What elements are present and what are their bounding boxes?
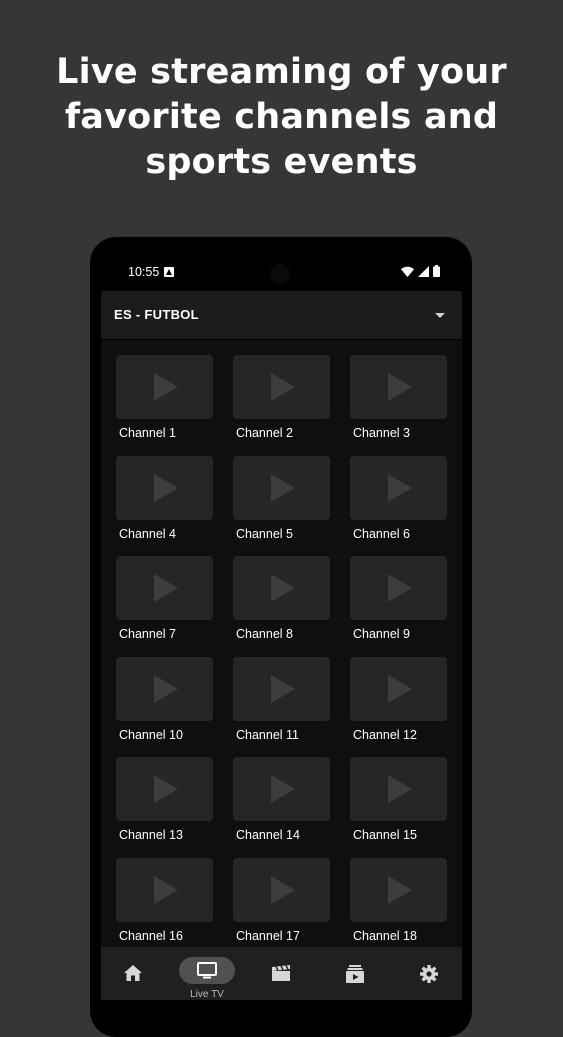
play-icon [271, 674, 295, 703]
channel-tile[interactable]: Channel 13 [116, 757, 214, 847]
channel-thumbnail[interactable] [116, 757, 213, 822]
channel-thumbnail[interactable] [350, 858, 447, 922]
channel-thumbnail[interactable] [116, 858, 213, 922]
channel-label: Channel 4 [119, 526, 176, 541]
channel-tile[interactable]: Channel 15 [350, 757, 448, 847]
channel-tile[interactable]: Channel 9 [350, 556, 448, 646]
channel-label: Channel 18 [353, 929, 417, 943]
play-icon [271, 473, 295, 502]
play-icon [388, 373, 412, 401]
channel-thumbnail[interactable] [350, 455, 447, 520]
channel-label: Channel 14 [236, 828, 300, 843]
play-icon [271, 775, 295, 804]
nav-home[interactable] [105, 947, 161, 1000]
channel-tile[interactable]: Channel 17 [233, 858, 331, 947]
channel-tile[interactable]: Channel 16 [116, 858, 214, 947]
nav-live-tv-label: Live TV [190, 989, 224, 1000]
tv-icon [197, 962, 217, 979]
channel-tile[interactable]: Channel 14 [233, 757, 331, 847]
bottom-navigation: Live TV [101, 947, 462, 1000]
channel-label: Channel 6 [353, 526, 410, 541]
channel-thumbnail[interactable] [350, 556, 447, 621]
promo-headline: Live streaming of your favorite channels… [0, 50, 563, 185]
signal-icon [418, 265, 429, 277]
category-dropdown[interactable]: ES - FUTBOL [101, 291, 462, 339]
channel-tile[interactable]: Channel 3 [350, 355, 448, 445]
play-icon [271, 574, 295, 603]
channel-label: Channel 9 [353, 627, 410, 642]
channel-label: Channel 3 [353, 426, 410, 440]
channel-tile[interactable]: Channel 1 [116, 355, 214, 445]
series-stack-icon [346, 965, 364, 983]
play-icon [388, 876, 412, 904]
channel-thumbnail[interactable] [116, 556, 213, 621]
settings-gear-icon [420, 965, 438, 983]
channel-tile[interactable]: Channel 12 [350, 656, 448, 747]
dropdown-arrow-icon [435, 313, 445, 318]
channel-label: Channel 10 [119, 727, 183, 742]
channel-thumbnail[interactable] [233, 656, 330, 721]
play-icon [154, 876, 178, 904]
channel-label: Channel 16 [119, 929, 183, 943]
channel-label: Channel 17 [236, 929, 300, 943]
headline-line-3: sports events [145, 142, 418, 182]
channel-tile[interactable]: Channel 2 [233, 355, 331, 445]
channel-tile[interactable]: Channel 5 [233, 455, 331, 546]
nav-settings[interactable] [401, 947, 457, 1000]
channel-label: Channel 7 [119, 627, 176, 642]
channel-thumbnail[interactable] [233, 455, 330, 520]
play-icon [154, 674, 178, 703]
status-bar: 10:55 [128, 263, 440, 281]
channel-label: Channel 13 [119, 828, 183, 843]
channel-label: Channel 1 [119, 426, 176, 440]
channel-tile[interactable]: Channel 8 [233, 556, 331, 646]
play-icon [154, 373, 178, 401]
channel-thumbnail[interactable] [116, 656, 213, 721]
play-icon [271, 373, 295, 401]
status-time: 10:55 [128, 265, 160, 279]
notification-a-icon [164, 267, 174, 277]
channel-label: Channel 12 [353, 727, 417, 742]
channel-thumbnail[interactable] [233, 355, 330, 419]
channel-label: Channel 11 [236, 727, 300, 742]
play-icon [271, 876, 295, 904]
channel-tile[interactable]: Channel 4 [116, 455, 214, 546]
channel-thumbnail[interactable] [350, 757, 447, 822]
channel-tile[interactable]: Channel 18 [350, 858, 448, 947]
channel-thumbnail[interactable] [116, 355, 213, 419]
category-selected-value: ES - FUTBOL [114, 307, 199, 322]
channel-thumbnail[interactable] [116, 455, 213, 520]
channel-label: Channel 8 [236, 627, 293, 642]
nav-movies[interactable] [253, 947, 309, 1000]
channel-label: Channel 2 [236, 426, 293, 440]
channel-thumbnail[interactable] [233, 858, 330, 922]
play-icon [388, 574, 412, 603]
channel-thumbnail[interactable] [233, 556, 330, 621]
headline-line-2: favorite channels and [64, 97, 499, 137]
home-icon [124, 965, 142, 981]
play-icon [154, 775, 178, 804]
channel-label: Channel 5 [236, 526, 293, 541]
channel-thumbnail[interactable] [350, 656, 447, 721]
wifi-icon [401, 266, 414, 277]
channel-tile[interactable]: Channel 6 [350, 455, 448, 546]
movie-clapper-icon [272, 965, 290, 981]
channel-thumbnail[interactable] [350, 355, 447, 419]
play-icon [154, 473, 178, 502]
battery-icon [433, 265, 440, 277]
nav-series[interactable] [327, 947, 383, 1000]
status-icons [401, 265, 440, 277]
channel-label: Channel 15 [353, 828, 417, 843]
play-icon [388, 775, 412, 804]
headline-line-1: Live streaming of your [56, 52, 507, 92]
play-icon [388, 473, 412, 502]
channel-tile[interactable]: Channel 7 [116, 556, 214, 646]
play-icon [154, 574, 178, 603]
play-icon [388, 674, 412, 703]
channel-thumbnail[interactable] [233, 757, 330, 822]
channel-grid[interactable]: Channel 1 Channel 2 Channel 3 Channel 4 Chan… [101, 340, 462, 947]
channel-tile[interactable]: Channel 11 [233, 656, 331, 747]
channel-tile[interactable]: Channel 10 [116, 656, 214, 747]
